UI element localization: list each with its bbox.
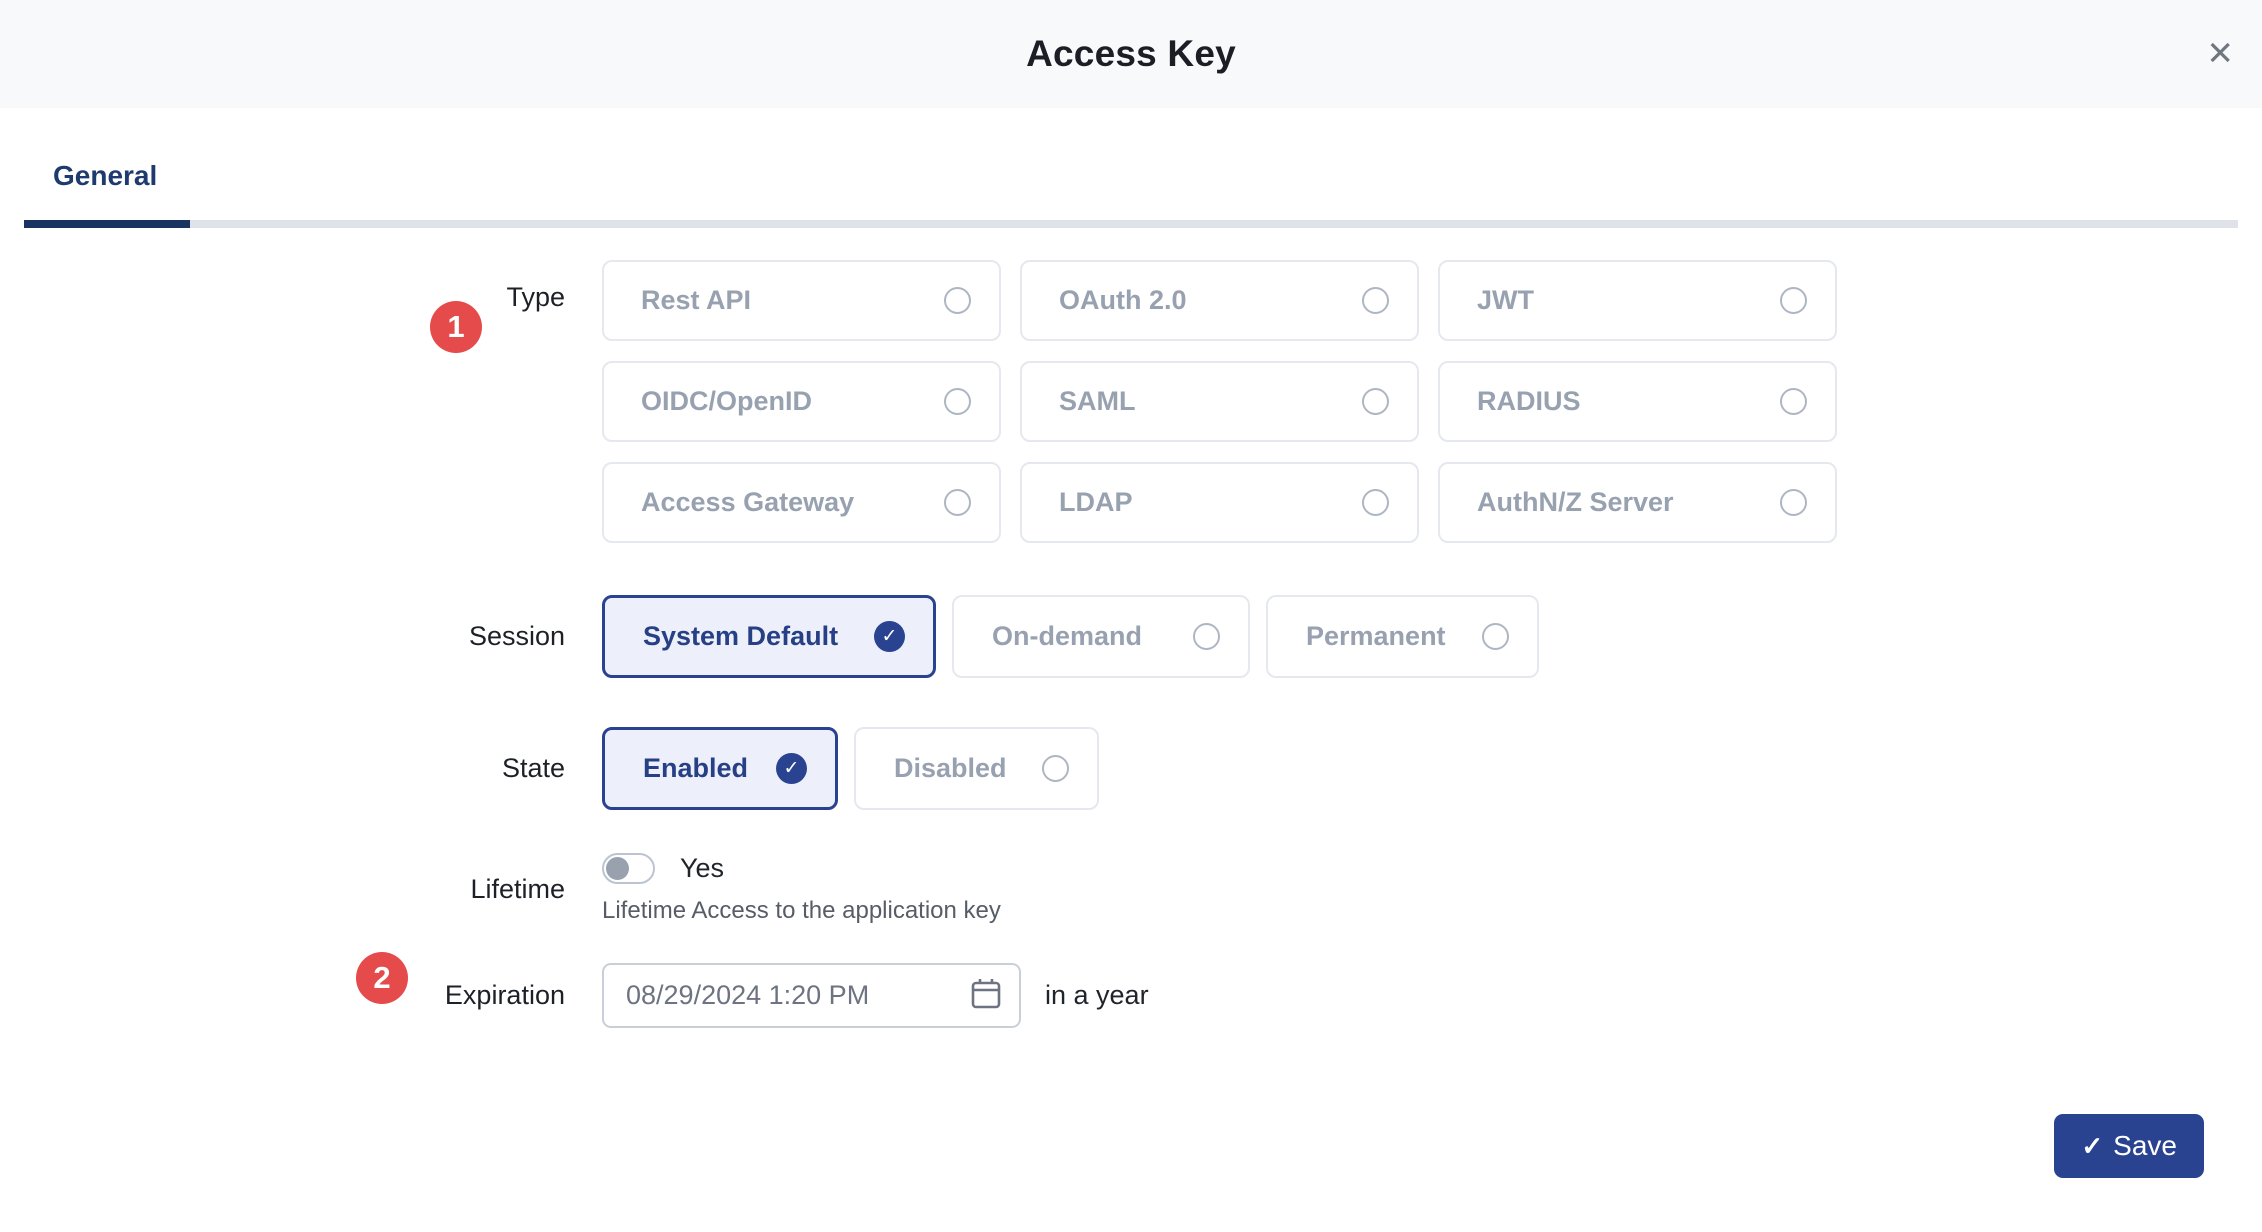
save-button[interactable]: ✓ Save — [2054, 1114, 2204, 1178]
expiration-hint: in a year — [1045, 980, 1149, 1011]
expiration-input[interactable]: 08/29/2024 1:20 PM — [602, 963, 1021, 1028]
lifetime-field-row: Lifetime Yes Lifetime Access to the appl… — [0, 853, 2262, 925]
type-option-oidc-openid[interactable]: OIDC/OpenID — [602, 361, 1001, 442]
expiration-field-row: Expiration 08/29/2024 1:20 PM — [0, 963, 2262, 1028]
state-field-row: State Enabled ✓ Disabled — [0, 727, 2262, 810]
type-option-oauth2[interactable]: OAuth 2.0 — [1020, 260, 1419, 341]
type-option-authnz-server[interactable]: AuthN/Z Server — [1438, 462, 1837, 543]
toggle-knob-icon — [606, 857, 629, 880]
active-tab-indicator — [24, 220, 190, 228]
dialog-header: Access Key ✕ — [0, 0, 2262, 108]
type-option-rest-api[interactable]: Rest API — [602, 260, 1001, 341]
radio-icon[interactable] — [1780, 388, 1807, 415]
close-icon: ✕ — [2206, 34, 2234, 73]
tab-bar: General — [0, 108, 2262, 228]
lifetime-label: Lifetime — [470, 874, 565, 905]
save-check-icon: ✓ — [2081, 1133, 2103, 1159]
type-options-grid: Rest API OAuth 2.0 JWT OIDC/OpenID — [602, 260, 1837, 543]
expiration-label: Expiration — [445, 980, 565, 1011]
type-option-access-gateway[interactable]: Access Gateway — [602, 462, 1001, 543]
session-field-row: Session System Default ✓ On-demand Perma… — [0, 595, 2262, 678]
radio-icon[interactable] — [1780, 287, 1807, 314]
radio-icon[interactable] — [944, 489, 971, 516]
calendar-icon[interactable] — [970, 976, 1002, 1015]
state-option-disabled[interactable]: Disabled — [854, 727, 1099, 810]
expiration-value: 08/29/2024 1:20 PM — [626, 980, 869, 1011]
type-option-jwt[interactable]: JWT — [1438, 260, 1837, 341]
access-key-dialog: Access Key ✕ General 1 2 Type Rest API — [0, 0, 2262, 1232]
radio-icon[interactable] — [944, 388, 971, 415]
dialog-body: 1 2 Type Rest API OAuth 2.0 JW — [0, 260, 2262, 1028]
radio-icon[interactable] — [1193, 623, 1220, 650]
selected-check-icon: ✓ — [874, 621, 905, 652]
radio-icon[interactable] — [1042, 755, 1069, 782]
radio-icon[interactable] — [1362, 287, 1389, 314]
radio-icon[interactable] — [1362, 388, 1389, 415]
type-label: Type — [506, 282, 565, 313]
radio-icon[interactable] — [1482, 623, 1509, 650]
session-option-system-default[interactable]: System Default ✓ — [602, 595, 936, 678]
session-option-on-demand[interactable]: On-demand — [952, 595, 1250, 678]
type-option-ldap[interactable]: LDAP — [1020, 462, 1419, 543]
close-button[interactable]: ✕ — [2200, 31, 2240, 76]
session-option-permanent[interactable]: Permanent — [1266, 595, 1539, 678]
session-options: System Default ✓ On-demand Permanent — [602, 595, 1539, 678]
state-label: State — [502, 753, 565, 784]
session-label: Session — [469, 621, 565, 652]
save-button-label: Save — [2113, 1130, 2177, 1162]
radio-icon[interactable] — [1780, 489, 1807, 516]
tab-general[interactable]: General — [53, 160, 157, 220]
state-option-enabled[interactable]: Enabled ✓ — [602, 727, 838, 810]
selected-check-icon: ✓ — [776, 753, 807, 784]
lifetime-helper-text: Lifetime Access to the application key — [602, 897, 1001, 925]
radio-icon[interactable] — [944, 287, 971, 314]
type-option-radius[interactable]: RADIUS — [1438, 361, 1837, 442]
radio-icon[interactable] — [1362, 489, 1389, 516]
state-options: Enabled ✓ Disabled — [602, 727, 1099, 810]
type-option-saml[interactable]: SAML — [1020, 361, 1419, 442]
dialog-title: Access Key — [1026, 33, 1236, 75]
lifetime-toggle-value: Yes — [680, 853, 724, 884]
type-field-row: Type Rest API OAuth 2.0 JWT — [0, 260, 2262, 543]
lifetime-toggle[interactable] — [602, 853, 655, 884]
tab-track — [24, 220, 2238, 228]
step-badge-2: 2 — [356, 952, 408, 1004]
step-badge-1: 1 — [430, 301, 482, 353]
